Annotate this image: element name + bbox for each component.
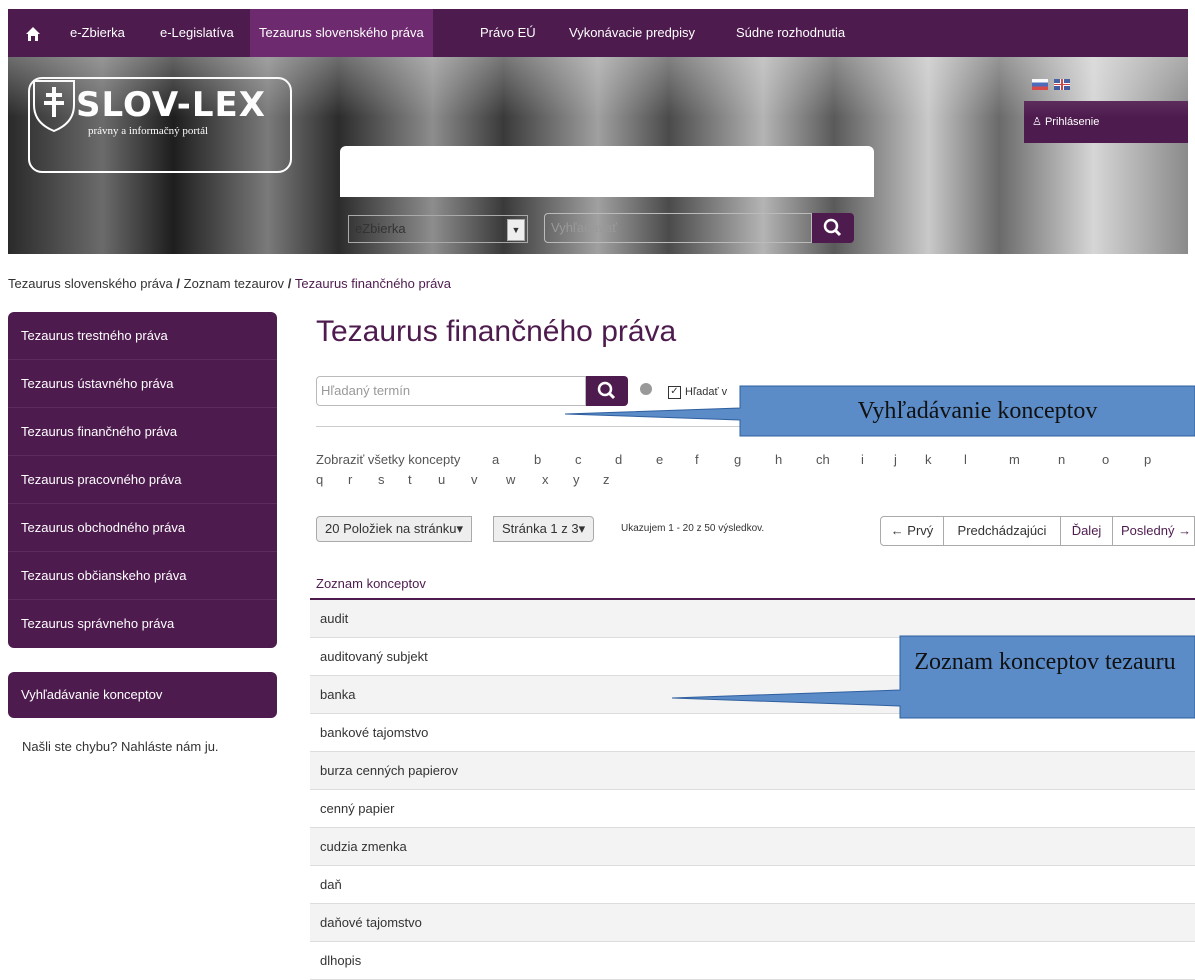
callout-pointers [564,385,1195,719]
callout-list: Zoznam konceptov tezauru [914,649,1176,675]
callout-search: Vyhľadávanie konceptov [857,398,1098,424]
